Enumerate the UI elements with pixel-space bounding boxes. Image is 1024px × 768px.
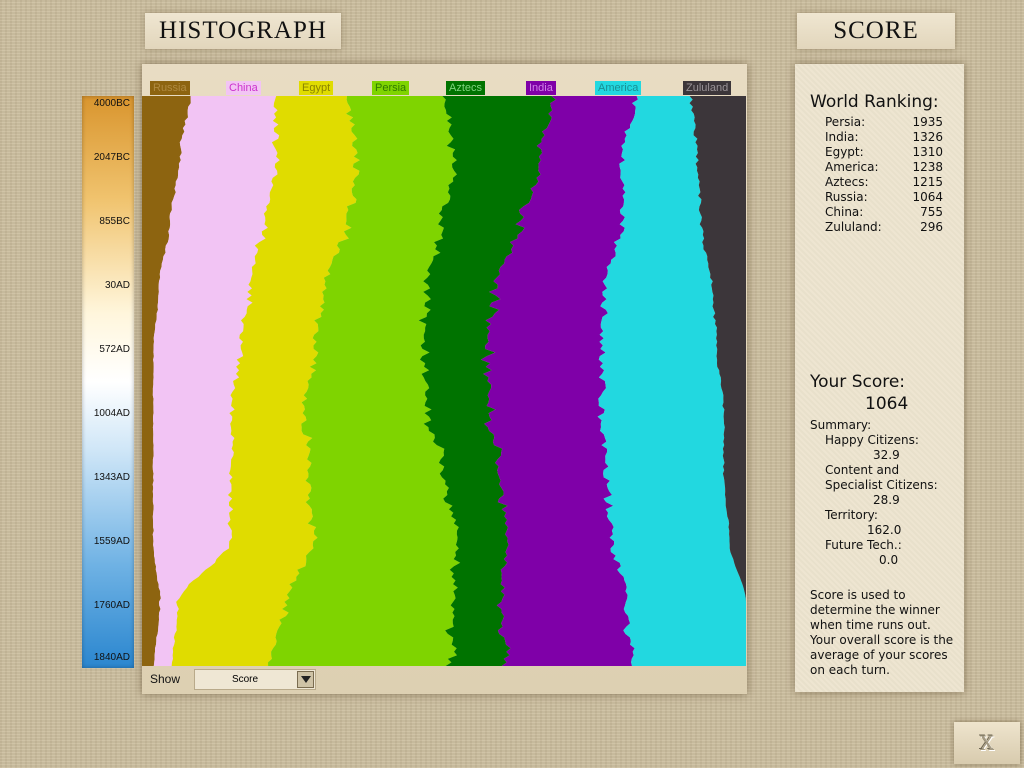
timeline-tick: 1760AD [93,600,130,611]
timeline-tick: 30AD [104,280,130,291]
timeline-tick: 1004AD [93,408,130,419]
timeline-tick: 1343AD [93,472,130,483]
ranking-score: 1238 [912,160,943,174]
territory-value: 162.0 [867,523,902,537]
content-citizens-label-1: Content and [825,463,900,477]
ranking-row: Persia: 1935 [825,115,943,130]
future-tech-label: Future Tech.: [825,538,902,552]
world-ranking-list: Persia: 1935 India: 1326 Egypt: 1310 Americ… [825,115,943,235]
content-citizens-value: 28.9 [873,493,900,507]
ranking-civ: Zululand: [825,220,882,234]
histograph-title: HISTOGRAPH [145,13,341,49]
dropdown-arrow-button[interactable] [297,671,314,688]
score-title: SCORE [797,13,955,49]
timeline-tick: 1559AD [93,536,130,547]
ranking-score: 1935 [912,115,943,129]
ranking-score: 1326 [912,130,943,144]
future-tech-value: 0.0 [879,553,899,567]
ranking-row: Aztecs: 1215 [825,175,943,190]
legend-russia: Russia [150,81,190,95]
ranking-row: America: 1238 [825,160,943,175]
ranking-score: 1310 [912,145,943,159]
ranking-row: China: 755 [825,205,943,220]
territory-label: Territory: [825,508,878,522]
ranking-civ: Persia: [825,115,866,129]
ranking-score: 755 [920,205,943,219]
ranking-row: India: 1326 [825,130,943,145]
timeline-tick: 572AD [99,344,130,355]
your-score-heading: Your Score: [810,372,906,392]
ranking-civ: Russia: [825,190,868,204]
ranking-score: 1215 [912,175,943,189]
your-score-value: 1064 [865,394,909,414]
ranking-civ: India: [825,130,859,144]
score-explanation: Score is used to determine the winner wh… [810,588,954,677]
summary-label: Summary: [810,418,872,432]
ranking-civ: China: [825,205,864,219]
ranking-civ: America: [825,160,879,174]
legend-aztecs: Aztecs [446,81,486,95]
ranking-row: Zululand: 296 [825,220,943,235]
legend-america: America [595,81,642,95]
ranking-score: 1064 [912,190,943,204]
ranking-row: Russia: 1064 [825,190,943,205]
timeline-tick: 1840AD [93,652,130,663]
show-dropdown-value: Score [231,674,259,685]
ranking-row: Egypt: 1310 [825,145,943,160]
legend-china: China [226,81,261,95]
happy-citizens-value: 32.9 [873,448,900,462]
score-panel: World Ranking: Persia: 1935 India: 1326 Eg… [795,64,964,692]
legend-india: India [526,81,556,95]
legend-zululand: Zululand [683,81,732,95]
show-label: Show [150,672,181,686]
close-button[interactable]: X [954,722,1020,764]
legend-egypt: Egypt [299,81,334,95]
timeline-axis: 4000BC 2047BC 855BC 30AD 572AD 1004AD 13… [82,96,134,668]
histograph-chart [142,96,746,666]
ranking-civ: Egypt: [825,145,864,159]
chevron-down-icon [300,676,311,683]
timeline-tick: 855BC [99,216,130,227]
world-ranking-heading: World Ranking: [810,92,939,112]
timeline-tick: 2047BC [93,152,130,163]
ranking-score: 296 [920,220,943,234]
ranking-civ: Aztecs: [825,175,869,189]
close-icon: X [979,731,995,755]
timeline-tick: 4000BC [93,98,130,109]
happy-citizens-label: Happy Citizens: [825,433,919,447]
content-citizens-label-2: Specialist Citizens: [825,478,938,492]
show-dropdown[interactable]: Score [194,669,316,690]
legend-persia: Persia [372,81,410,95]
